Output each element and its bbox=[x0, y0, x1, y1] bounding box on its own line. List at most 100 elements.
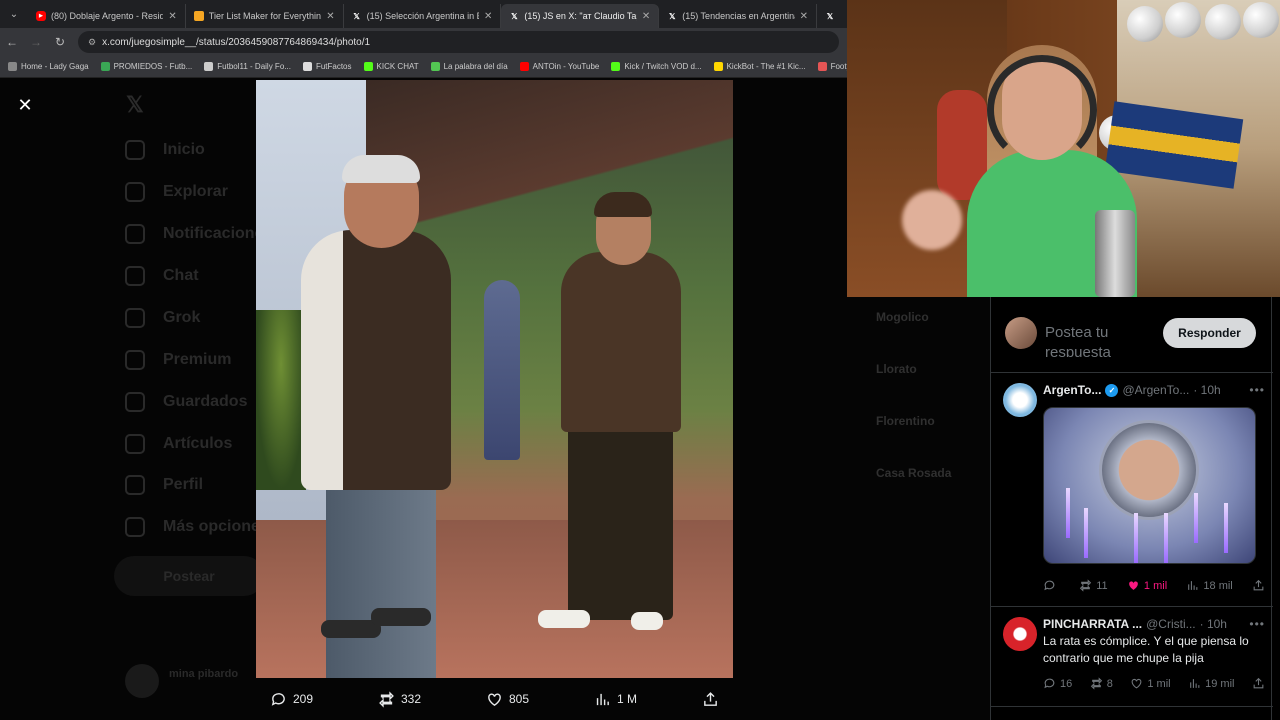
bookmark-item[interactable]: ANTOin - YouTube bbox=[519, 62, 599, 71]
bookmark-item[interactable]: PROMIEDOS - Futb... bbox=[100, 62, 193, 71]
share-icon bbox=[704, 691, 717, 706]
views-button[interactable]: 18 mil bbox=[1186, 579, 1233, 592]
photo-person-right-hair bbox=[594, 192, 652, 217]
more-options-icon[interactable]: ••• bbox=[1249, 383, 1265, 397]
tweet-time[interactable]: · 10h bbox=[1193, 383, 1220, 397]
tab-title: (15) JS en X: "ат Claudio Tap bbox=[524, 11, 637, 21]
reply-submit-button[interactable]: Responder bbox=[1163, 318, 1256, 348]
author-handle[interactable]: @Cristi... bbox=[1146, 617, 1196, 631]
avatar bbox=[125, 664, 159, 698]
browser-tab[interactable]: 𝕏 (15) Selección Argentina in Eng ✕ bbox=[344, 4, 502, 28]
views-button[interactable]: 19 mil bbox=[1188, 677, 1234, 690]
close-tab-icon[interactable]: ✕ bbox=[484, 11, 492, 22]
browser-tab[interactable]: 𝕏 (1 bbox=[817, 4, 847, 28]
bookmark-label: Kick / Twitch VOD d... bbox=[624, 62, 702, 71]
sidebar-item-label: Explorar bbox=[163, 183, 228, 200]
football-decoration bbox=[1243, 2, 1279, 38]
tab-search-icon[interactable]: ⌄ bbox=[0, 0, 28, 28]
reply-tweet[interactable]: PINCHARRATA ... @Cristi... · 10h ••• La … bbox=[991, 607, 1273, 707]
photo-person-left-hair bbox=[342, 155, 420, 183]
author-name[interactable]: ArgenTo... bbox=[1043, 383, 1101, 397]
bookmark-label: KickBot - The #1 Kic... bbox=[726, 62, 806, 71]
bookmark-item[interactable]: KICK CHAT bbox=[363, 62, 419, 71]
reply-tweet[interactable]: ArgenTo... ✓ @ArgenTo... · 10h ••• 11 1 … bbox=[991, 373, 1273, 607]
trend-item: Florentino bbox=[876, 414, 935, 428]
tweet-stats: 11 1 mil 18 mil bbox=[1043, 579, 1265, 592]
x-icon: 𝕏 bbox=[353, 11, 360, 21]
avatar[interactable] bbox=[1003, 383, 1037, 417]
repost-count: 332 bbox=[401, 692, 422, 706]
browser-tab-active[interactable]: 𝕏 (15) JS en X: "ат Claudio Tap ✕ bbox=[501, 4, 660, 28]
share-icon bbox=[1253, 677, 1264, 689]
address-bar[interactable]: ⚙ x.com/juegosimple__/status/20364590877… bbox=[78, 31, 839, 53]
like-count: 1 mil bbox=[1143, 579, 1168, 592]
sidebar-item: Inicio bbox=[125, 140, 205, 160]
sidebar-nav-icon bbox=[125, 308, 145, 328]
site-info-icon[interactable]: ⚙ bbox=[88, 37, 96, 48]
football-decoration bbox=[1127, 6, 1163, 42]
like-button[interactable]: 1 mil bbox=[1130, 677, 1171, 690]
author-handle[interactable]: @ArgenTo... bbox=[1122, 383, 1189, 397]
tweet-header: ArgenTo... ✓ @ArgenTo... · 10h ••• bbox=[1043, 383, 1265, 397]
repost-button[interactable]: 8 bbox=[1090, 677, 1113, 690]
trend-label: Casa Rosada bbox=[876, 466, 952, 480]
bookmark-item[interactable]: Footy bbox=[817, 62, 847, 71]
forward-icon[interactable]: → bbox=[24, 35, 48, 49]
close-tab-icon[interactable]: ✕ bbox=[642, 11, 650, 22]
tweet-text: La rata es cómplice. Y el que piensa lo … bbox=[1043, 634, 1249, 665]
close-tab-icon[interactable]: ✕ bbox=[168, 11, 176, 22]
tweet-time[interactable]: · 10h bbox=[1200, 617, 1227, 631]
bookmark-icon bbox=[817, 62, 827, 71]
reply-button[interactable]: 16 bbox=[1043, 677, 1072, 690]
tweet-photo bbox=[256, 80, 733, 678]
photo-pergola bbox=[366, 80, 733, 240]
close-tab-icon[interactable]: ✕ bbox=[326, 11, 334, 22]
bookmark-label: PROMIEDOS - Futb... bbox=[113, 62, 193, 71]
views-button[interactable]: 1 M bbox=[594, 691, 637, 708]
sidebar-item-label: Guardados bbox=[163, 393, 248, 410]
trend-item: Llorato bbox=[876, 362, 917, 376]
lightning-decoration bbox=[1084, 508, 1088, 558]
bookmark-item[interactable]: Kick / Twitch VOD d... bbox=[611, 62, 702, 71]
share-button[interactable] bbox=[1252, 677, 1265, 690]
browser-tab[interactable]: Tier List Maker for Everything - ✕ bbox=[186, 4, 344, 28]
football-decoration bbox=[1165, 2, 1201, 38]
close-photo-icon[interactable]: ✕ bbox=[16, 96, 34, 114]
like-button[interactable]: 1 mil bbox=[1127, 579, 1167, 592]
more-options-icon[interactable]: ••• bbox=[1249, 617, 1265, 631]
tweet-media[interactable] bbox=[1043, 407, 1256, 564]
back-icon[interactable]: ← bbox=[0, 35, 24, 49]
repost-button[interactable]: 11 bbox=[1079, 579, 1108, 592]
bookmark-icon bbox=[100, 62, 110, 71]
tierlist-icon bbox=[193, 11, 204, 21]
reply-button[interactable]: 209 bbox=[270, 691, 313, 708]
repost-button[interactable]: 332 bbox=[378, 690, 422, 708]
webcam-overlay bbox=[847, 0, 1280, 297]
sidebar-item: Grok bbox=[125, 308, 200, 328]
verified-badge-icon: ✓ bbox=[1105, 383, 1119, 397]
lightning-decoration bbox=[1224, 503, 1228, 553]
like-button[interactable]: 805 bbox=[486, 691, 529, 708]
x-icon: 𝕏 bbox=[826, 11, 834, 21]
bookmark-item[interactable]: La palabra del día bbox=[430, 62, 508, 71]
browser-tab[interactable]: 𝕏 (15) Tendencias en Argentina e ✕ bbox=[659, 4, 818, 28]
bookmark-item[interactable]: Home - Lady Gaga bbox=[8, 62, 89, 71]
bookmark-item[interactable]: FutFactos bbox=[302, 62, 352, 71]
close-tab-icon[interactable]: ✕ bbox=[800, 11, 808, 22]
avatar[interactable] bbox=[1003, 617, 1037, 651]
bookmark-item[interactable]: KickBot - The #1 Kic... bbox=[713, 62, 806, 71]
heart-icon bbox=[1132, 678, 1142, 689]
reply-input[interactable]: Postea tu respuesta bbox=[1045, 323, 1153, 357]
reply-composer: Postea tu respuesta Responder bbox=[991, 297, 1273, 373]
heart-filled-icon bbox=[1129, 581, 1138, 590]
browser-tab[interactable]: ▶ (80) Doblaje Argento - Residen ✕ bbox=[28, 4, 186, 28]
author-name[interactable]: PINCHARRATA ... bbox=[1043, 617, 1142, 631]
share-button[interactable] bbox=[702, 691, 719, 708]
view-count: 18 mil bbox=[1203, 579, 1233, 592]
bookmark-item[interactable]: Futbol11 - Daily Fo... bbox=[204, 62, 291, 71]
lightning-decoration bbox=[1134, 513, 1138, 563]
share-button[interactable] bbox=[1252, 579, 1265, 592]
bookmark-icon bbox=[713, 62, 723, 71]
reload-icon[interactable]: ↻ bbox=[48, 35, 72, 49]
reply-button[interactable] bbox=[1043, 579, 1060, 592]
